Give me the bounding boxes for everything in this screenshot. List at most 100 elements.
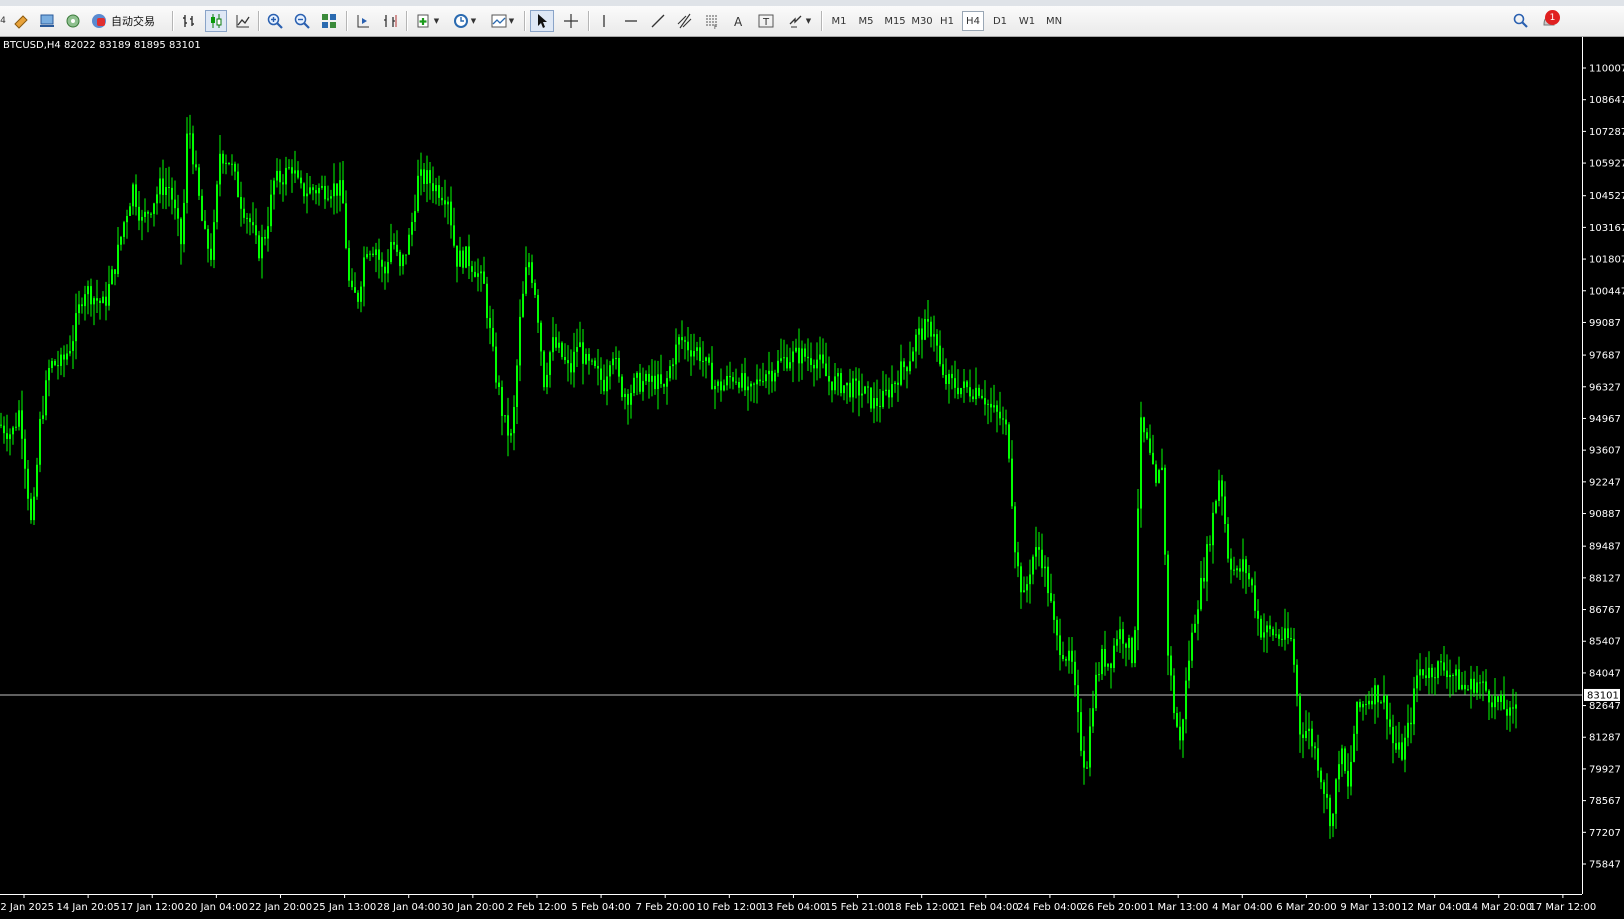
autotrade-button[interactable]: 自动交易 bbox=[90, 10, 162, 32]
price-chart[interactable]: 110007 108647 107287 105927 104527 103167 1018… bbox=[0, 37, 1624, 919]
candle-body bbox=[711, 362, 713, 390]
candle-body bbox=[9, 434, 11, 439]
tile-windows-icon[interactable] bbox=[318, 10, 340, 32]
toolbar-separator bbox=[821, 11, 823, 31]
candle-body bbox=[24, 438, 26, 469]
candle-body bbox=[1482, 681, 1484, 683]
candle-body bbox=[96, 298, 98, 301]
equidistant-channel-icon[interactable] bbox=[674, 10, 696, 32]
candle-body bbox=[1416, 675, 1418, 689]
candle-body bbox=[609, 365, 611, 377]
trendline-icon[interactable] bbox=[647, 10, 669, 32]
svg-text:T: T bbox=[762, 17, 770, 28]
candle-body bbox=[1404, 737, 1406, 760]
candle-body bbox=[234, 163, 236, 172]
candle-body bbox=[138, 206, 140, 221]
line-chart-icon[interactable] bbox=[232, 10, 254, 32]
candle-body bbox=[405, 254, 407, 256]
candle-body bbox=[1113, 645, 1115, 668]
market-watch-icon[interactable] bbox=[36, 10, 58, 32]
candle-body bbox=[798, 347, 800, 364]
candle-body bbox=[210, 248, 212, 260]
horizontal-line-icon[interactable] bbox=[620, 10, 642, 32]
candle-body bbox=[63, 354, 65, 360]
candle-body bbox=[594, 360, 596, 366]
timeframe-m1-button[interactable]: M1 bbox=[828, 11, 850, 31]
candle-body bbox=[1383, 695, 1385, 703]
candle-body bbox=[126, 215, 128, 223]
indicators-dropdown-icon[interactable]: ▼ bbox=[412, 10, 442, 32]
timeframe-h4-button[interactable]: H4 bbox=[962, 11, 984, 31]
timeframe-h1-button[interactable]: H1 bbox=[936, 11, 958, 31]
candle-body bbox=[1086, 767, 1088, 769]
periods-dropdown-icon[interactable]: ▼ bbox=[448, 10, 480, 32]
text-tool-icon[interactable]: A bbox=[728, 10, 750, 32]
price-tick-label: 94967 bbox=[1589, 414, 1621, 425]
candle-body bbox=[813, 364, 815, 369]
zoom-out-icon[interactable] bbox=[291, 10, 313, 32]
candle-body bbox=[1188, 660, 1190, 681]
fibonacci-icon[interactable]: F bbox=[701, 10, 723, 32]
candle-body bbox=[66, 353, 68, 360]
candle-body bbox=[744, 373, 746, 391]
candle-body bbox=[255, 225, 257, 236]
zoom-in-icon[interactable] bbox=[264, 10, 286, 32]
timeframe-d1-button[interactable]: D1 bbox=[989, 11, 1011, 31]
auto-scroll-icon[interactable] bbox=[352, 10, 374, 32]
search-icon[interactable] bbox=[1510, 10, 1532, 32]
candlestick-chart-icon[interactable] bbox=[205, 10, 227, 32]
candle-body bbox=[624, 393, 626, 398]
candle-body bbox=[1026, 584, 1028, 591]
candle-body bbox=[0, 424, 2, 426]
candle-body bbox=[948, 373, 950, 385]
notification-count-badge: 1 bbox=[1545, 10, 1560, 25]
candle-body bbox=[243, 208, 245, 218]
templates-dropdown-icon[interactable]: ▼ bbox=[486, 10, 518, 32]
candle-body bbox=[786, 357, 788, 369]
candle-body bbox=[180, 218, 182, 245]
candle-body bbox=[1305, 730, 1307, 738]
candle-body bbox=[318, 187, 320, 194]
new-order-icon[interactable] bbox=[10, 10, 32, 32]
candle-body bbox=[987, 403, 989, 405]
timeframe-mn-button[interactable]: MN bbox=[1043, 11, 1065, 31]
candle-body bbox=[228, 162, 230, 164]
price-tick-label: 85407 bbox=[1589, 637, 1621, 648]
vertical-line-icon[interactable] bbox=[594, 10, 614, 32]
candle-body bbox=[258, 235, 260, 259]
candle-body bbox=[45, 380, 47, 416]
candle-body bbox=[1362, 704, 1364, 708]
candle-body bbox=[288, 167, 290, 169]
candle-body bbox=[675, 344, 677, 365]
time-tick-label: 2 Feb 12:00 bbox=[507, 902, 566, 913]
candle-body bbox=[858, 380, 860, 396]
cursor-icon[interactable] bbox=[530, 10, 554, 32]
candle-body bbox=[42, 415, 44, 419]
timeframe-m15-button[interactable]: M15 bbox=[882, 11, 908, 31]
candle-body bbox=[192, 133, 194, 165]
candle-body bbox=[1311, 728, 1313, 747]
candle-body bbox=[99, 300, 101, 303]
candle-body bbox=[963, 381, 965, 389]
chart-shift-icon[interactable] bbox=[379, 10, 401, 32]
notification-bell-icon[interactable]: 1 bbox=[1536, 10, 1562, 32]
candle-body bbox=[795, 347, 797, 352]
arrows-dropdown-icon[interactable]: ▼ bbox=[782, 10, 816, 32]
text-label-icon[interactable]: T bbox=[755, 10, 777, 32]
candle-body bbox=[1104, 648, 1106, 667]
chart-window[interactable]: BTCUSD,H4 82022 83189 81895 83101 110007… bbox=[0, 37, 1624, 919]
candle-body bbox=[1452, 674, 1454, 676]
crosshair-icon[interactable] bbox=[559, 10, 583, 32]
candle-body bbox=[1080, 712, 1082, 751]
timeframe-m5-button[interactable]: M5 bbox=[855, 11, 877, 31]
candle-body bbox=[1389, 719, 1391, 727]
timeframe-w1-button[interactable]: W1 bbox=[1016, 11, 1038, 31]
bar-chart-icon[interactable] bbox=[178, 10, 200, 32]
candle-body bbox=[1041, 549, 1043, 569]
candle-body bbox=[90, 286, 92, 305]
candle-body bbox=[348, 248, 350, 281]
candle-body bbox=[1032, 556, 1034, 575]
timeframe-m30-button[interactable]: M30 bbox=[909, 11, 935, 31]
candle-body bbox=[831, 381, 833, 391]
signals-icon[interactable] bbox=[62, 10, 84, 32]
